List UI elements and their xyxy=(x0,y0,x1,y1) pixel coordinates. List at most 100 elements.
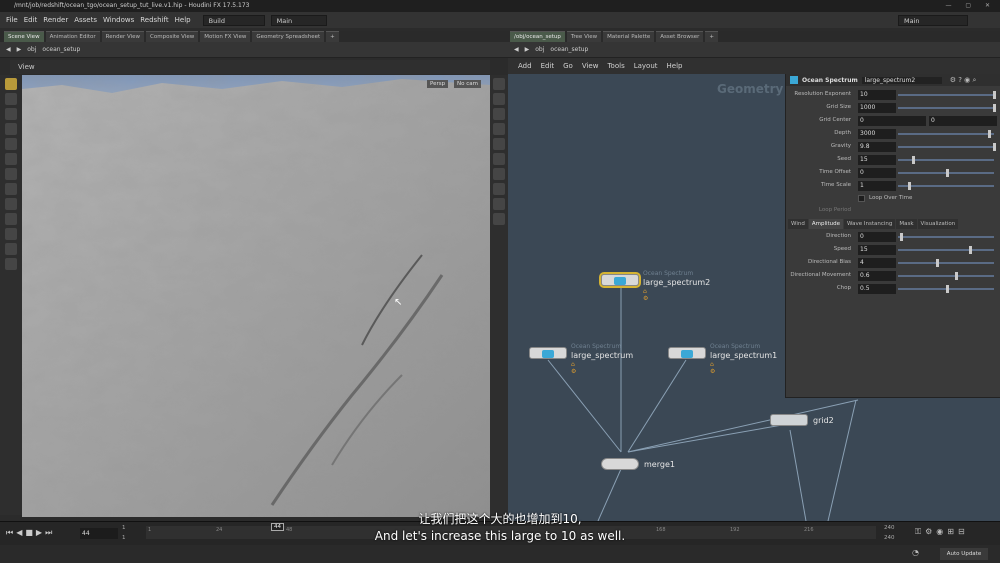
paint-tool-icon[interactable] xyxy=(5,183,17,195)
chop-slider[interactable] xyxy=(898,285,994,293)
time-offset-slider[interactable] xyxy=(898,169,994,177)
scene-viewport[interactable]: Persp No cam ↖ xyxy=(22,75,490,517)
gear-icon[interactable]: ⚙ ? ◉ ⌕ xyxy=(950,76,977,85)
tab-amplitude[interactable]: Amplitude xyxy=(808,219,844,229)
resolution-exponent-field[interactable]: 10 xyxy=(858,90,896,100)
net-menu-view[interactable]: View xyxy=(582,62,599,70)
add-right-tab-button[interactable]: + xyxy=(705,31,718,42)
directional-bias-slider[interactable] xyxy=(898,259,994,267)
no-cam-menu[interactable]: No cam xyxy=(454,80,481,88)
select-tool-icon[interactable] xyxy=(5,78,17,90)
tab-tree-view[interactable]: Tree View xyxy=(566,31,602,42)
lighting-icon[interactable] xyxy=(493,93,505,105)
window-controls[interactable]: — ▢ ✕ xyxy=(945,0,996,12)
seed-field[interactable]: 15 xyxy=(858,155,896,165)
time-scale-slider[interactable] xyxy=(898,182,994,190)
forward-icon[interactable]: ▶ xyxy=(17,46,22,53)
vertex-tool-icon[interactable] xyxy=(5,243,17,255)
points-display-icon[interactable] xyxy=(493,183,505,195)
start-frame-field-2[interactable]: 1 xyxy=(122,535,126,541)
directional-movement-field[interactable]: 0.6 xyxy=(858,271,896,281)
handle-tool-icon[interactable] xyxy=(5,123,17,135)
net-menu-tools[interactable]: Tools xyxy=(607,62,624,70)
end-frame-field-2[interactable]: 240 xyxy=(884,535,895,541)
snap-tool-icon[interactable] xyxy=(5,138,17,150)
right-path-root[interactable]: obj xyxy=(535,46,544,53)
pose-tool-icon[interactable] xyxy=(5,108,17,120)
op-name-field[interactable]: large_spectrum2 xyxy=(861,76,942,84)
tab-mask[interactable]: Mask xyxy=(896,219,917,229)
menu-file[interactable]: File xyxy=(6,16,18,24)
add-tab-button[interactable]: + xyxy=(326,31,339,42)
shelf-set-dropdown[interactable]: Build xyxy=(202,14,265,26)
tab-geometry-spreadsheet[interactable]: Geometry Spreadsheet xyxy=(252,31,325,42)
tab-motion-fx-view[interactable]: Motion FX View xyxy=(200,31,251,42)
grid-size-slider[interactable] xyxy=(898,104,996,112)
normals-icon[interactable] xyxy=(493,168,505,180)
time-offset-field[interactable]: 0 xyxy=(858,168,896,178)
render-tool-icon[interactable] xyxy=(5,258,17,270)
view-label[interactable]: View xyxy=(18,63,35,71)
wireframe-icon[interactable] xyxy=(493,123,505,135)
view-tool-icon[interactable] xyxy=(5,93,17,105)
tab-wave-instancing[interactable]: Wave Instancing xyxy=(844,219,896,229)
menu-assets[interactable]: Assets xyxy=(74,16,97,24)
persp-camera-menu[interactable]: Persp xyxy=(427,80,449,88)
tab-composite-view[interactable]: Composite View xyxy=(146,31,199,42)
grid-size-field[interactable]: 1000 xyxy=(858,103,896,113)
display-options-icon[interactable] xyxy=(493,78,505,90)
right-desktop-dropdown[interactable]: Main xyxy=(898,14,968,26)
directional-bias-field[interactable]: 4 xyxy=(858,258,896,268)
chat-icon[interactable]: ◔ xyxy=(912,548,919,557)
desktop-dropdown[interactable]: Main xyxy=(270,14,327,26)
menu-render[interactable]: Render xyxy=(43,16,68,24)
end-frame-field[interactable]: 240 xyxy=(884,525,895,531)
shading-icon[interactable] xyxy=(493,108,505,120)
resolution-exponent-slider[interactable] xyxy=(898,91,996,99)
auto-update-dropdown[interactable]: Auto Update xyxy=(940,548,988,560)
guides-icon[interactable] xyxy=(493,198,505,210)
right-back-icon[interactable]: ◀ xyxy=(514,46,519,53)
tab-visualization[interactable]: Visualization xyxy=(917,219,959,229)
menu-redshift[interactable]: Redshift xyxy=(140,16,168,24)
gravity-slider[interactable] xyxy=(898,143,996,151)
magnet-tool-icon[interactable] xyxy=(5,153,17,165)
menu-help[interactable]: Help xyxy=(175,16,191,24)
depth-field[interactable]: 3000 xyxy=(858,129,896,139)
direction-field[interactable]: 0 xyxy=(858,232,896,242)
grid-center-y-field[interactable]: 0 xyxy=(929,116,997,126)
time-scale-field[interactable]: 1 xyxy=(858,181,896,191)
background-icon[interactable] xyxy=(493,153,505,165)
tab-network-editor[interactable]: /obj/ocean_setup xyxy=(510,31,565,42)
tab-wind[interactable]: Wind xyxy=(788,219,808,229)
timeline-tools-icon[interactable]: ⚿⚙◉⊞⊟ xyxy=(915,527,969,537)
edges-tool-icon[interactable] xyxy=(5,213,17,225)
net-menu-go[interactable]: Go xyxy=(563,62,573,70)
net-menu-edit[interactable]: Edit xyxy=(541,62,555,70)
tab-scene-view[interactable]: Scene View xyxy=(4,31,44,42)
depth-slider[interactable] xyxy=(898,130,994,138)
loop-over-time-checkbox[interactable] xyxy=(858,195,865,202)
menu-windows[interactable]: Windows xyxy=(103,16,134,24)
speed-slider[interactable] xyxy=(898,246,994,254)
points-tool-icon[interactable] xyxy=(5,198,17,210)
net-menu-add[interactable]: Add xyxy=(518,62,532,70)
right-forward-icon[interactable]: ▶ xyxy=(525,46,530,53)
ghost-icon[interactable] xyxy=(493,138,505,150)
speed-field[interactable]: 15 xyxy=(858,245,896,255)
net-menu-layout[interactable]: Layout xyxy=(634,62,658,70)
current-frame-field[interactable]: 44 xyxy=(80,528,118,539)
directional-movement-slider[interactable] xyxy=(898,272,994,280)
right-path-node[interactable]: ocean_setup xyxy=(550,46,588,53)
grid-center-x-field[interactable]: 0 xyxy=(858,116,926,126)
back-icon[interactable]: ◀ xyxy=(6,46,11,53)
direction-slider[interactable] xyxy=(898,233,994,241)
playback-controls-icon[interactable]: ⏮◀■▶⏭ xyxy=(6,528,55,538)
gravity-field[interactable]: 9.8 xyxy=(858,142,896,152)
prims-tool-icon[interactable] xyxy=(5,228,17,240)
net-menu-help[interactable]: Help xyxy=(667,62,683,70)
playhead-marker[interactable]: 44 xyxy=(271,523,284,531)
tab-material-palette[interactable]: Material Palette xyxy=(603,31,655,42)
tab-render-view[interactable]: Render View xyxy=(101,31,145,42)
tab-animation-editor[interactable]: Animation Editor xyxy=(45,31,100,42)
